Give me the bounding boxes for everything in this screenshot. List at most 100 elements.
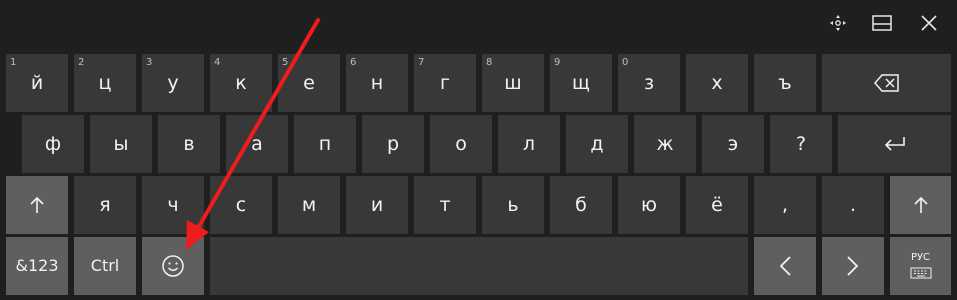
right-arrow-key[interactable]	[822, 237, 884, 295]
key-9[interactable]: 9 щ	[550, 54, 612, 112]
key-label: с	[235, 193, 247, 216]
ctrl-key[interactable]: Ctrl	[74, 237, 136, 295]
shift-key-left[interactable]	[6, 176, 68, 234]
key-s[interactable]: с	[210, 176, 272, 234]
space-bar[interactable]	[210, 237, 748, 295]
key-label: х	[711, 71, 723, 94]
key-p[interactable]: п	[294, 115, 356, 173]
key-label: й	[30, 71, 44, 94]
key-label: ж	[656, 132, 674, 155]
chevron-right-icon	[847, 256, 859, 276]
key-question[interactable]: ?	[770, 115, 832, 173]
key-label: н	[370, 71, 384, 94]
key-1[interactable]: 1 й	[6, 54, 68, 112]
key-7[interactable]: 7 г	[414, 54, 476, 112]
keyboard-icon	[910, 267, 931, 279]
key-label: в	[183, 132, 195, 155]
left-arrow-key[interactable]	[754, 237, 816, 295]
key-label: ш	[504, 71, 522, 94]
key-label: ь	[507, 193, 519, 216]
key-a[interactable]: а	[226, 115, 288, 173]
key-number-hint: 1	[10, 57, 17, 68]
key-12[interactable]: ъ	[754, 54, 816, 112]
emoji-key[interactable]	[142, 237, 204, 295]
key-ch[interactable]: ч	[142, 176, 204, 234]
key-label: д	[590, 132, 604, 155]
key-8[interactable]: 8 ш	[482, 54, 544, 112]
language-label: РУС	[910, 252, 931, 263]
key-m[interactable]: м	[278, 176, 340, 234]
keyboard-title-bar	[0, 0, 957, 44]
key-label: ф	[44, 132, 62, 155]
key-label: р	[386, 132, 400, 155]
key-label: я	[99, 193, 111, 216]
key-label: ,	[781, 193, 789, 216]
key-label: &123	[15, 256, 59, 275]
key-e[interactable]: э	[702, 115, 764, 173]
key-2[interactable]: 2 ц	[74, 54, 136, 112]
key-r[interactable]: р	[362, 115, 424, 173]
key-soft-sign[interactable]: ь	[482, 176, 544, 234]
key-number-hint: 7	[418, 57, 425, 68]
key-label: г	[440, 71, 450, 94]
key-label: и	[370, 193, 384, 216]
dock-keyboard-icon[interactable]	[865, 8, 899, 38]
key-11[interactable]: х	[686, 54, 748, 112]
key-ya[interactable]: я	[74, 176, 136, 234]
touch-keyboard: 1 й 2 ц 3 у 4 к 5 е 6 н 7 г 8 ш 9 щ 0 з …	[0, 0, 957, 300]
key-label: ё	[711, 193, 723, 216]
key-number-hint: 5	[282, 57, 289, 68]
key-v[interactable]: в	[158, 115, 220, 173]
key-label: э	[727, 132, 739, 155]
key-label: ц	[98, 71, 112, 94]
language-key[interactable]: РУС	[890, 237, 951, 295]
key-number-hint: 0	[622, 57, 629, 68]
key-label: Ctrl	[90, 256, 120, 275]
enter-icon	[884, 137, 905, 151]
key-comma[interactable]: ,	[754, 176, 816, 234]
key-label: ъ	[778, 71, 792, 94]
key-yo[interactable]: ё	[686, 176, 748, 234]
key-label: .	[849, 193, 857, 216]
key-label: п	[318, 132, 332, 155]
shift-key-right[interactable]	[890, 176, 951, 234]
key-yu[interactable]: ю	[618, 176, 680, 234]
key-label: ы	[113, 132, 129, 155]
key-label: щ	[572, 71, 590, 94]
key-0[interactable]: 0 з	[618, 54, 680, 112]
key-d[interactable]: д	[566, 115, 628, 173]
key-number-hint: 8	[486, 57, 493, 68]
key-l[interactable]: л	[498, 115, 560, 173]
key-label: о	[455, 132, 467, 155]
key-label: е	[303, 71, 315, 94]
close-icon[interactable]	[912, 8, 946, 38]
key-number-hint: 9	[554, 57, 561, 68]
shift-arrow-icon	[30, 196, 44, 213]
dock-move-icon[interactable]	[821, 8, 855, 38]
key-label: т	[439, 193, 451, 216]
enter-key[interactable]	[838, 115, 951, 173]
key-label: а	[251, 132, 263, 155]
key-number-hint: 3	[146, 57, 153, 68]
backspace-icon	[873, 74, 899, 92]
key-t[interactable]: т	[414, 176, 476, 234]
symbols-key[interactable]: &123	[6, 237, 68, 295]
key-3[interactable]: 3 у	[142, 54, 204, 112]
key-y[interactable]: ы	[90, 115, 152, 173]
shift-arrow-icon	[913, 196, 928, 213]
key-6[interactable]: 6 н	[346, 54, 408, 112]
key-f[interactable]: ф	[22, 115, 84, 173]
key-b[interactable]: б	[550, 176, 612, 234]
key-5[interactable]: 5 е	[278, 54, 340, 112]
backspace-key[interactable]	[822, 54, 951, 112]
key-label: ч	[167, 193, 179, 216]
key-zh[interactable]: ж	[634, 115, 696, 173]
key-label: ю	[641, 193, 657, 216]
key-o[interactable]: о	[430, 115, 492, 173]
key-i[interactable]: и	[346, 176, 408, 234]
key-label: б	[575, 193, 587, 216]
key-4[interactable]: 4 к	[210, 54, 272, 112]
smiley-icon	[162, 255, 184, 277]
key-period[interactable]: .	[822, 176, 884, 234]
chevron-left-icon	[779, 256, 791, 276]
